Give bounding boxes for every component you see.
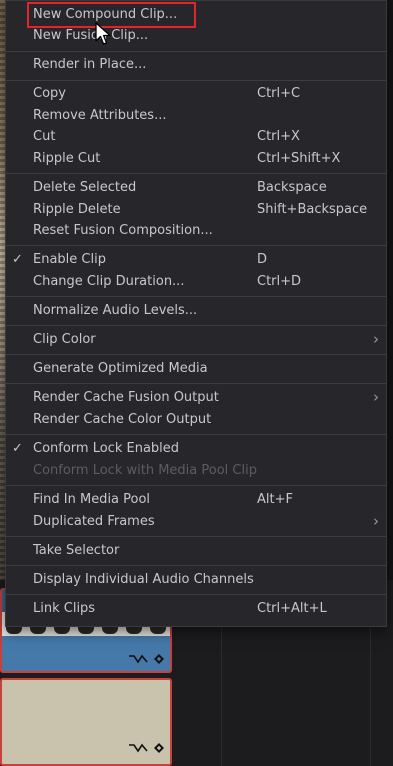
menu-item-find-in-media-pool[interactable]: Find In Media Pool Alt+F bbox=[6, 489, 386, 511]
menu-separator bbox=[6, 80, 386, 81]
checkmark-icon: ✓ bbox=[12, 252, 23, 267]
menu-item-shortcut: Ctrl+Shift+X bbox=[257, 151, 341, 166]
menu-item-label: Take Selector bbox=[33, 543, 120, 558]
keyframe-diamond-icon[interactable] bbox=[154, 654, 164, 664]
menu-separator bbox=[6, 383, 386, 384]
menu-item-shortcut: Shift+Backspace bbox=[257, 202, 368, 217]
submenu-arrow-icon: › bbox=[373, 512, 379, 530]
menu-item-label: Duplicated Frames bbox=[33, 514, 155, 529]
menu-item-label: Delete Selected bbox=[33, 180, 137, 195]
menu-separator bbox=[6, 565, 386, 566]
menu-item-shortcut: Alt+F bbox=[257, 492, 293, 507]
menu-item-label: Display Individual Audio Channels bbox=[33, 572, 254, 587]
menu-item-ripple-cut[interactable]: Ripple Cut Ctrl+Shift+X bbox=[6, 148, 386, 170]
menu-item-reset-fusion-composition[interactable]: Reset Fusion Composition... bbox=[6, 220, 386, 242]
menu-item-duplicated-frames[interactable]: Duplicated Frames › bbox=[6, 511, 386, 533]
menu-item-remove-attributes[interactable]: Remove Attributes... bbox=[6, 105, 386, 127]
menu-item-label: Cut bbox=[33, 129, 56, 144]
menu-item-delete-selected[interactable]: Delete Selected Backspace bbox=[6, 177, 386, 199]
menu-item-label: Reset Fusion Composition... bbox=[33, 223, 213, 238]
menu-item-label: Conform Lock with Media Pool Clip bbox=[33, 463, 257, 478]
menu-item-render-in-place[interactable]: Render in Place... bbox=[6, 54, 386, 76]
menu-separator bbox=[6, 536, 386, 537]
menu-separator bbox=[6, 296, 386, 297]
menu-item-link-clips[interactable]: Link Clips Ctrl+Alt+L bbox=[6, 598, 386, 620]
menu-item-label: Generate Optimized Media bbox=[33, 361, 208, 376]
menu-item-label: Normalize Audio Levels... bbox=[33, 303, 198, 318]
menu-separator bbox=[6, 245, 386, 246]
keyframe-curve-icon[interactable] bbox=[128, 742, 148, 754]
keyframe-curve-icon[interactable] bbox=[128, 653, 148, 665]
menu-item-shortcut: Ctrl+D bbox=[257, 274, 302, 289]
menu-separator bbox=[6, 434, 386, 435]
menu-separator bbox=[6, 354, 386, 355]
menu-separator bbox=[6, 173, 386, 174]
menu-item-label: New Fusion Clip... bbox=[33, 28, 149, 43]
menu-item-enable-clip[interactable]: ✓ Enable Clip D bbox=[6, 249, 386, 271]
menu-item-label: Link Clips bbox=[33, 601, 96, 616]
menu-item-conform-lock-enabled[interactable]: ✓ Conform Lock Enabled bbox=[6, 438, 386, 460]
menu-item-render-cache-color-output[interactable]: Render Cache Color Output bbox=[6, 409, 386, 431]
keyframe-diamond-icon[interactable] bbox=[154, 743, 164, 753]
menu-item-label: Find In Media Pool bbox=[33, 492, 151, 507]
menu-item-label: Conform Lock Enabled bbox=[33, 441, 180, 456]
menu-item-shortcut: D bbox=[257, 252, 268, 267]
menu-item-cut[interactable]: Cut Ctrl+X bbox=[6, 126, 386, 148]
menu-separator bbox=[6, 485, 386, 486]
mouse-cursor-icon bbox=[95, 22, 111, 45]
menu-item-take-selector[interactable]: Take Selector bbox=[6, 540, 386, 562]
menu-item-label: Ripple Cut bbox=[33, 151, 101, 166]
menu-item-display-audio-channels[interactable]: Display Individual Audio Channels bbox=[6, 569, 386, 591]
menu-item-ripple-delete[interactable]: Ripple Delete Shift+Backspace bbox=[6, 199, 386, 221]
submenu-arrow-icon: › bbox=[373, 330, 379, 348]
menu-item-render-cache-fusion-output[interactable]: Render Cache Fusion Output › bbox=[6, 387, 386, 409]
menu-separator bbox=[6, 594, 386, 595]
menu-separator bbox=[6, 325, 386, 326]
menu-item-change-clip-duration[interactable]: Change Clip Duration... Ctrl+D bbox=[6, 271, 386, 293]
menu-item-label: Remove Attributes... bbox=[33, 108, 167, 123]
menu-item-copy[interactable]: Copy Ctrl+C bbox=[6, 83, 386, 105]
menu-item-label: Change Clip Duration... bbox=[33, 274, 185, 289]
menu-item-label: Render Cache Fusion Output bbox=[33, 390, 219, 405]
menu-item-generate-optimized-media[interactable]: Generate Optimized Media bbox=[6, 358, 386, 380]
menu-item-new-fusion-clip[interactable]: New Fusion Clip... bbox=[6, 25, 386, 47]
clip-context-menu: New Compound Clip... New Fusion Clip... … bbox=[5, 0, 387, 627]
menu-item-label: Copy bbox=[33, 86, 66, 101]
menu-item-label: Enable Clip bbox=[33, 252, 106, 267]
menu-item-label: Ripple Delete bbox=[33, 202, 121, 217]
menu-item-conform-lock-media-pool: Conform Lock with Media Pool Clip bbox=[6, 460, 386, 482]
menu-item-shortcut: Ctrl+X bbox=[257, 129, 300, 144]
menu-item-label: Render in Place... bbox=[33, 57, 147, 72]
menu-item-normalize-audio-levels[interactable]: Normalize Audio Levels... bbox=[6, 300, 386, 322]
menu-item-shortcut: Ctrl+Alt+L bbox=[257, 601, 327, 616]
menu-item-label: Clip Color bbox=[33, 332, 96, 347]
audio-clip[interactable] bbox=[0, 678, 172, 766]
menu-item-label: Render Cache Color Output bbox=[33, 412, 212, 427]
menu-separator bbox=[6, 51, 386, 52]
menu-item-shortcut: Backspace bbox=[257, 180, 327, 195]
menu-item-shortcut: Ctrl+C bbox=[257, 86, 301, 101]
menu-item-clip-color[interactable]: Clip Color › bbox=[6, 329, 386, 351]
submenu-arrow-icon: › bbox=[373, 388, 379, 406]
checkmark-icon: ✓ bbox=[12, 441, 23, 456]
